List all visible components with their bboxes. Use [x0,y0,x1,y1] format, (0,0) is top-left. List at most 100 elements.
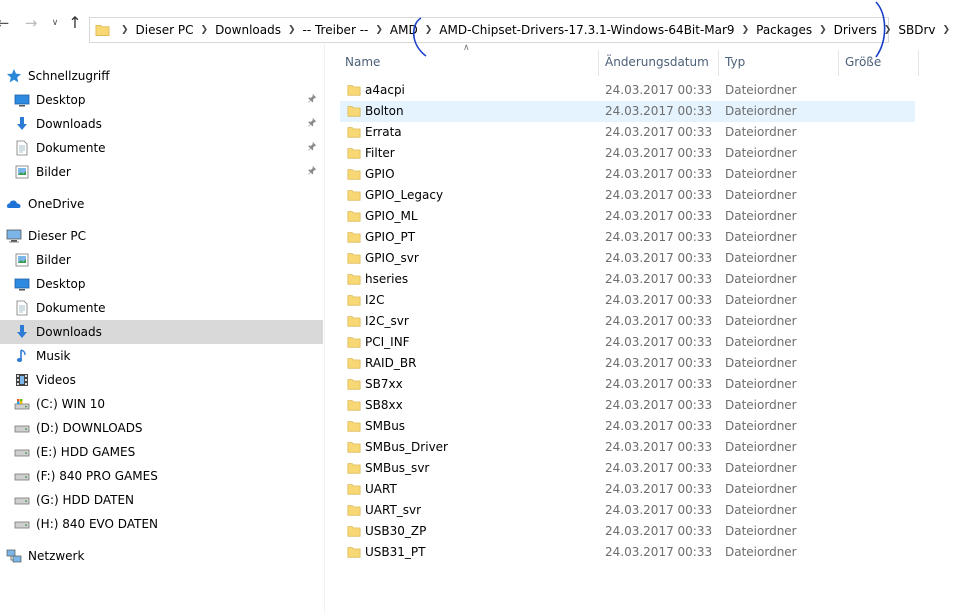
address-bar[interactable]: ❯ Dieser PC ❯ Downloads ❯ -- Treiber -- ❯ AMD ❯ A… [89,17,950,43]
sidebar-item-onedrive[interactable]: OneDrive [0,192,323,216]
chevron-right-icon[interactable]: ❯ [121,25,129,35]
sidebar-item-pc-3[interactable]: Downloads [0,320,323,344]
file-row[interactable]: RAID_BR 24.03.2017 00:33 Dateiordner [340,353,915,374]
sidebar-item-pc-10[interactable]: (G:) HDD DATEN [0,488,323,512]
column-divider[interactable] [838,50,839,76]
chevron-right-icon[interactable]: ❯ [819,25,827,35]
column-header-size[interactable]: Größe [845,55,881,69]
chevron-right-icon[interactable]: ❯ [943,25,951,35]
download-arrow-icon [17,325,27,338]
sidebar-item-pc-8[interactable]: (E:) HDD GAMES [0,440,323,464]
file-row[interactable]: GPIO_Legacy 24.03.2017 00:33 Dateiordner [340,185,915,206]
column-divider[interactable] [918,50,919,76]
file-row[interactable]: USB30_ZP 24.03.2017 00:33 Dateiordner [340,521,915,542]
breadcrumb-item[interactable]: Drivers [834,23,877,37]
breadcrumb-item[interactable]: AMD [390,23,418,37]
chevron-down-icon[interactable]: ∨ [46,14,64,32]
breadcrumb-item[interactable]: Dieser PC [136,23,194,37]
sidebar-item-pc-1[interactable]: Desktop [0,272,323,296]
folder-icon [347,295,361,306]
column-header-date[interactable]: Änderungsdatum [605,55,709,69]
sidebar-item-pc-7[interactable]: (D:) DOWNLOADS [0,416,323,440]
onedrive-icon [6,200,21,208]
file-row[interactable]: PCI_INF 24.03.2017 00:33 Dateiordner [340,332,915,353]
file-row[interactable]: I2C 24.03.2017 00:33 Dateiordner [340,290,915,311]
file-row[interactable]: USB31_PT 24.03.2017 00:33 Dateiordner [340,542,915,563]
file-row[interactable]: a4acpi 24.03.2017 00:33 Dateiordner [340,80,915,101]
file-name: GPIO_svr [365,251,419,265]
chevron-right-icon[interactable]: ❯ [425,25,433,35]
chevron-right-icon[interactable]: ❯ [201,25,209,35]
chevron-right-icon[interactable]: ❯ [884,25,892,35]
file-row[interactable]: Filter 24.03.2017 00:33 Dateiordner [340,143,915,164]
file-row[interactable]: GPIO_ML 24.03.2017 00:33 Dateiordner [340,206,915,227]
file-row[interactable]: SB8xx 24.03.2017 00:33 Dateiordner [340,395,915,416]
column-divider[interactable] [598,50,599,76]
sidebar-item-pc-2[interactable]: Dokumente [0,296,323,320]
column-header-type[interactable]: Typ [725,55,745,69]
file-date: 24.03.2017 00:33 [605,104,713,118]
forward-arrow-icon[interactable]: → [22,14,40,32]
file-row[interactable]: Bolton 24.03.2017 00:33 Dateiordner [340,101,915,122]
column-divider[interactable] [718,50,719,76]
chevron-right-icon[interactable]: ❯ [742,25,750,35]
sidebar-item-quick-access[interactable]: Schnellzugriff [0,64,323,88]
file-row[interactable]: SMBus_Driver 24.03.2017 00:33 Dateiordner [340,437,915,458]
file-name: I2C_svr [365,314,409,328]
folder-icon [347,253,361,264]
breadcrumb-item[interactable]: SBDrv [898,23,935,37]
breadcrumb-item[interactable]: Downloads [215,23,281,37]
sidebar-item-label: Videos [36,373,76,387]
chevron-right-icon[interactable]: ❯ [375,25,383,35]
sidebar-item-label: (E:) HDD GAMES [36,445,136,459]
up-arrow-icon[interactable]: ↑ [66,14,84,32]
file-row[interactable]: UART_svr 24.03.2017 00:33 Dateiordner [340,500,915,521]
sidebar-item-label: Bilder [36,165,71,179]
sidebar-item-pc-11[interactable]: (H:) 840 EVO DATEN [0,512,323,536]
sidebar-item-quick-downloads[interactable]: Downloads [0,112,323,136]
file-row[interactable]: hseries 24.03.2017 00:33 Dateiordner [340,269,915,290]
file-type: Dateiordner [725,125,797,139]
sidebar-item-label: Dokumente [36,301,106,315]
navigation-pane: Schnellzugriff Desktop Downloads Dokumente B… [0,64,324,613]
file-name: GPIO_Legacy [365,188,444,202]
sidebar-item-pc-9[interactable]: (F:) 840 PRO GAMES [0,464,323,488]
file-row[interactable]: SB7xx 24.03.2017 00:33 Dateiordner [340,374,915,395]
sidebar-item-label: (H:) 840 EVO DATEN [36,517,158,531]
chevron-right-icon[interactable]: ❯ [288,25,296,35]
breadcrumb-item[interactable]: -- Treiber -- [303,23,369,37]
breadcrumb-item[interactable]: Packages [756,23,812,37]
sidebar-item-this-pc[interactable]: Dieser PC [0,224,323,248]
sidebar-item-quick-dokumente[interactable]: Dokumente [0,136,323,160]
file-date: 24.03.2017 00:33 [605,146,713,160]
file-row[interactable]: SMBus_svr 24.03.2017 00:33 Dateiordner [340,458,915,479]
file-type: Dateiordner [725,503,797,517]
sidebar-item-pc-6[interactable]: (C:) WIN 10 [0,392,323,416]
column-header-name[interactable]: Name [345,55,380,69]
sidebar-item-network[interactable]: Netzwerk [0,544,323,568]
sidebar-item-pc-4[interactable]: Musik [0,344,323,368]
file-row[interactable]: SMBus 24.03.2017 00:33 Dateiordner [340,416,915,437]
sidebar-item-pc-0[interactable]: Bilder [0,248,323,272]
sidebar-item-label: OneDrive [28,197,85,211]
file-name: GPIO_PT [365,230,416,244]
folder-icon [347,127,361,138]
file-row[interactable]: GPIO_PT 24.03.2017 00:33 Dateiordner [340,227,915,248]
sidebar-item-pc-5[interactable]: Videos [0,368,323,392]
file-row[interactable]: Errata 24.03.2017 00:33 Dateiordner [340,122,915,143]
breadcrumb-item[interactable]: AMD-Chipset-Drivers-17.3.1-Windows-64Bit… [439,23,734,37]
file-row[interactable]: UART 24.03.2017 00:33 Dateiordner [340,479,915,500]
file-date: 24.03.2017 00:33 [605,251,713,265]
file-name: GPIO_ML [365,209,418,223]
pictures-icon [15,253,29,267]
folder-icon [347,85,361,96]
sidebar-item-quick-bilder[interactable]: Bilder [0,160,323,184]
file-row[interactable]: GPIO_svr 24.03.2017 00:33 Dateiordner [340,248,915,269]
sidebar-item-quick-desktop[interactable]: Desktop [0,88,323,112]
sidebar-item-label: Desktop [36,93,86,107]
back-arrow-icon[interactable]: ← [0,14,12,32]
file-row[interactable]: GPIO 24.03.2017 00:33 Dateiordner [340,164,915,185]
pane-divider[interactable] [324,44,325,613]
file-row[interactable]: I2C_svr 24.03.2017 00:33 Dateiordner [340,311,915,332]
sidebar-item-label: Musik [36,349,71,363]
